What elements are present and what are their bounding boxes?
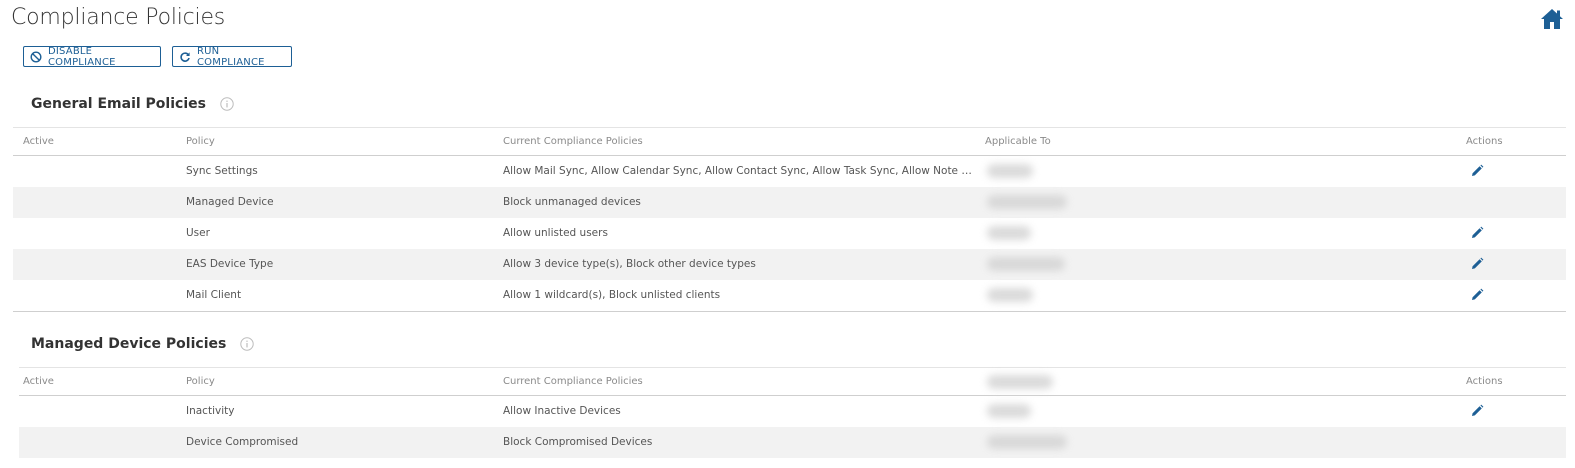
table-row[interactable]: Device Compromised Block Compromised Dev…: [19, 427, 1566, 458]
section-title-managed-device: Managed Device Policies: [31, 336, 255, 352]
table-body: Inactivity Allow Inactive Devices Device…: [19, 396, 1566, 458]
applicable-to-redacted: [987, 226, 1031, 240]
pencil-icon[interactable]: [1470, 257, 1484, 271]
pencil-icon[interactable]: [1470, 288, 1484, 302]
policy-name: Managed Device: [186, 196, 274, 208]
policy-name: Mail Client: [186, 289, 242, 301]
policy-name: User: [186, 227, 210, 239]
disable-compliance-label: DISABLE COMPLIANCE: [48, 45, 116, 68]
table-row[interactable]: Managed Device Block unmanaged devices: [13, 187, 1566, 218]
policy-summary: Allow 1 wildcard(s), Block unlisted clie…: [503, 289, 721, 301]
col-header-active: Active: [23, 376, 54, 387]
applicable-to-redacted: [987, 288, 1033, 302]
applicable-to-redacted: [987, 435, 1067, 449]
run-compliance-button[interactable]: RUN COMPLIANCE: [172, 45, 292, 68]
table-row[interactable]: User Allow unlisted users: [13, 218, 1566, 249]
policy-name: Device Compromised: [186, 436, 299, 448]
col-header-current-policies[interactable]: Current Compliance Policies: [503, 136, 643, 147]
applicable-to-header-redacted: [987, 375, 1053, 389]
policy-summary: Allow unlisted users: [503, 227, 608, 239]
policy-summary: Allow Inactive Devices: [503, 405, 621, 417]
policy-summary: Allow Mail Sync, Allow Calendar Sync, Al…: [503, 165, 975, 177]
table-row[interactable]: Sync Settings Allow Mail Sync, Allow Cal…: [13, 156, 1566, 187]
col-header-actions: Actions: [1466, 376, 1503, 387]
applicable-to-redacted: [987, 404, 1031, 418]
col-header-active: Active: [23, 136, 54, 147]
table-header: Active Policy Current Compliance Policie…: [19, 367, 1566, 396]
applicable-to-redacted: [987, 164, 1033, 178]
info-icon[interactable]: [220, 97, 234, 111]
managed-device-policies-table: Active Policy Current Compliance Policie…: [19, 367, 1566, 458]
home-icon[interactable]: [1540, 8, 1564, 30]
table-row[interactable]: Inactivity Allow Inactive Devices: [19, 396, 1566, 427]
section-title-text: General Email Policies: [31, 96, 206, 112]
col-header-policy[interactable]: Policy: [186, 376, 215, 387]
info-icon[interactable]: [240, 337, 255, 351]
page-title: Compliance Policies: [11, 5, 226, 30]
col-header-actions: Actions: [1466, 136, 1503, 147]
pencil-icon[interactable]: [1470, 226, 1484, 240]
pencil-icon[interactable]: [1470, 404, 1484, 418]
policy-name: EAS Device Type: [186, 258, 274, 270]
refresh-icon: [180, 51, 190, 62]
ban-icon: [30, 50, 42, 63]
col-header-policy[interactable]: Policy: [186, 136, 215, 147]
col-header-applicable-to[interactable]: Applicable To: [985, 136, 1051, 147]
table-header: Active Policy Current Compliance Policie…: [13, 127, 1566, 156]
policy-name: Inactivity: [186, 405, 235, 417]
col-header-current-policies[interactable]: Current Compliance Policies: [503, 376, 643, 387]
run-compliance-label: RUN COMPLIANCE: [197, 45, 265, 68]
applicable-to-redacted: [987, 195, 1067, 209]
table-body: Sync Settings Allow Mail Sync, Allow Cal…: [13, 156, 1566, 312]
policy-summary: Block Compromised Devices: [503, 436, 653, 448]
policy-summary: Allow 3 device type(s), Block other devi…: [503, 258, 756, 270]
table-row[interactable]: EAS Device Type Allow 3 device type(s), …: [13, 249, 1566, 280]
applicable-to-redacted: [987, 257, 1065, 271]
pencil-icon[interactable]: [1470, 164, 1484, 178]
section-title-general-email: General Email Policies: [31, 96, 234, 112]
disable-compliance-button[interactable]: DISABLE COMPLIANCE: [23, 45, 161, 68]
general-email-policies-table: Active Policy Current Compliance Policie…: [13, 127, 1566, 312]
policy-name: Sync Settings: [186, 165, 258, 177]
policy-summary: Block unmanaged devices: [503, 196, 641, 208]
section-title-text: Managed Device Policies: [31, 336, 227, 352]
table-row[interactable]: Mail Client Allow 1 wildcard(s), Block u…: [13, 280, 1566, 311]
